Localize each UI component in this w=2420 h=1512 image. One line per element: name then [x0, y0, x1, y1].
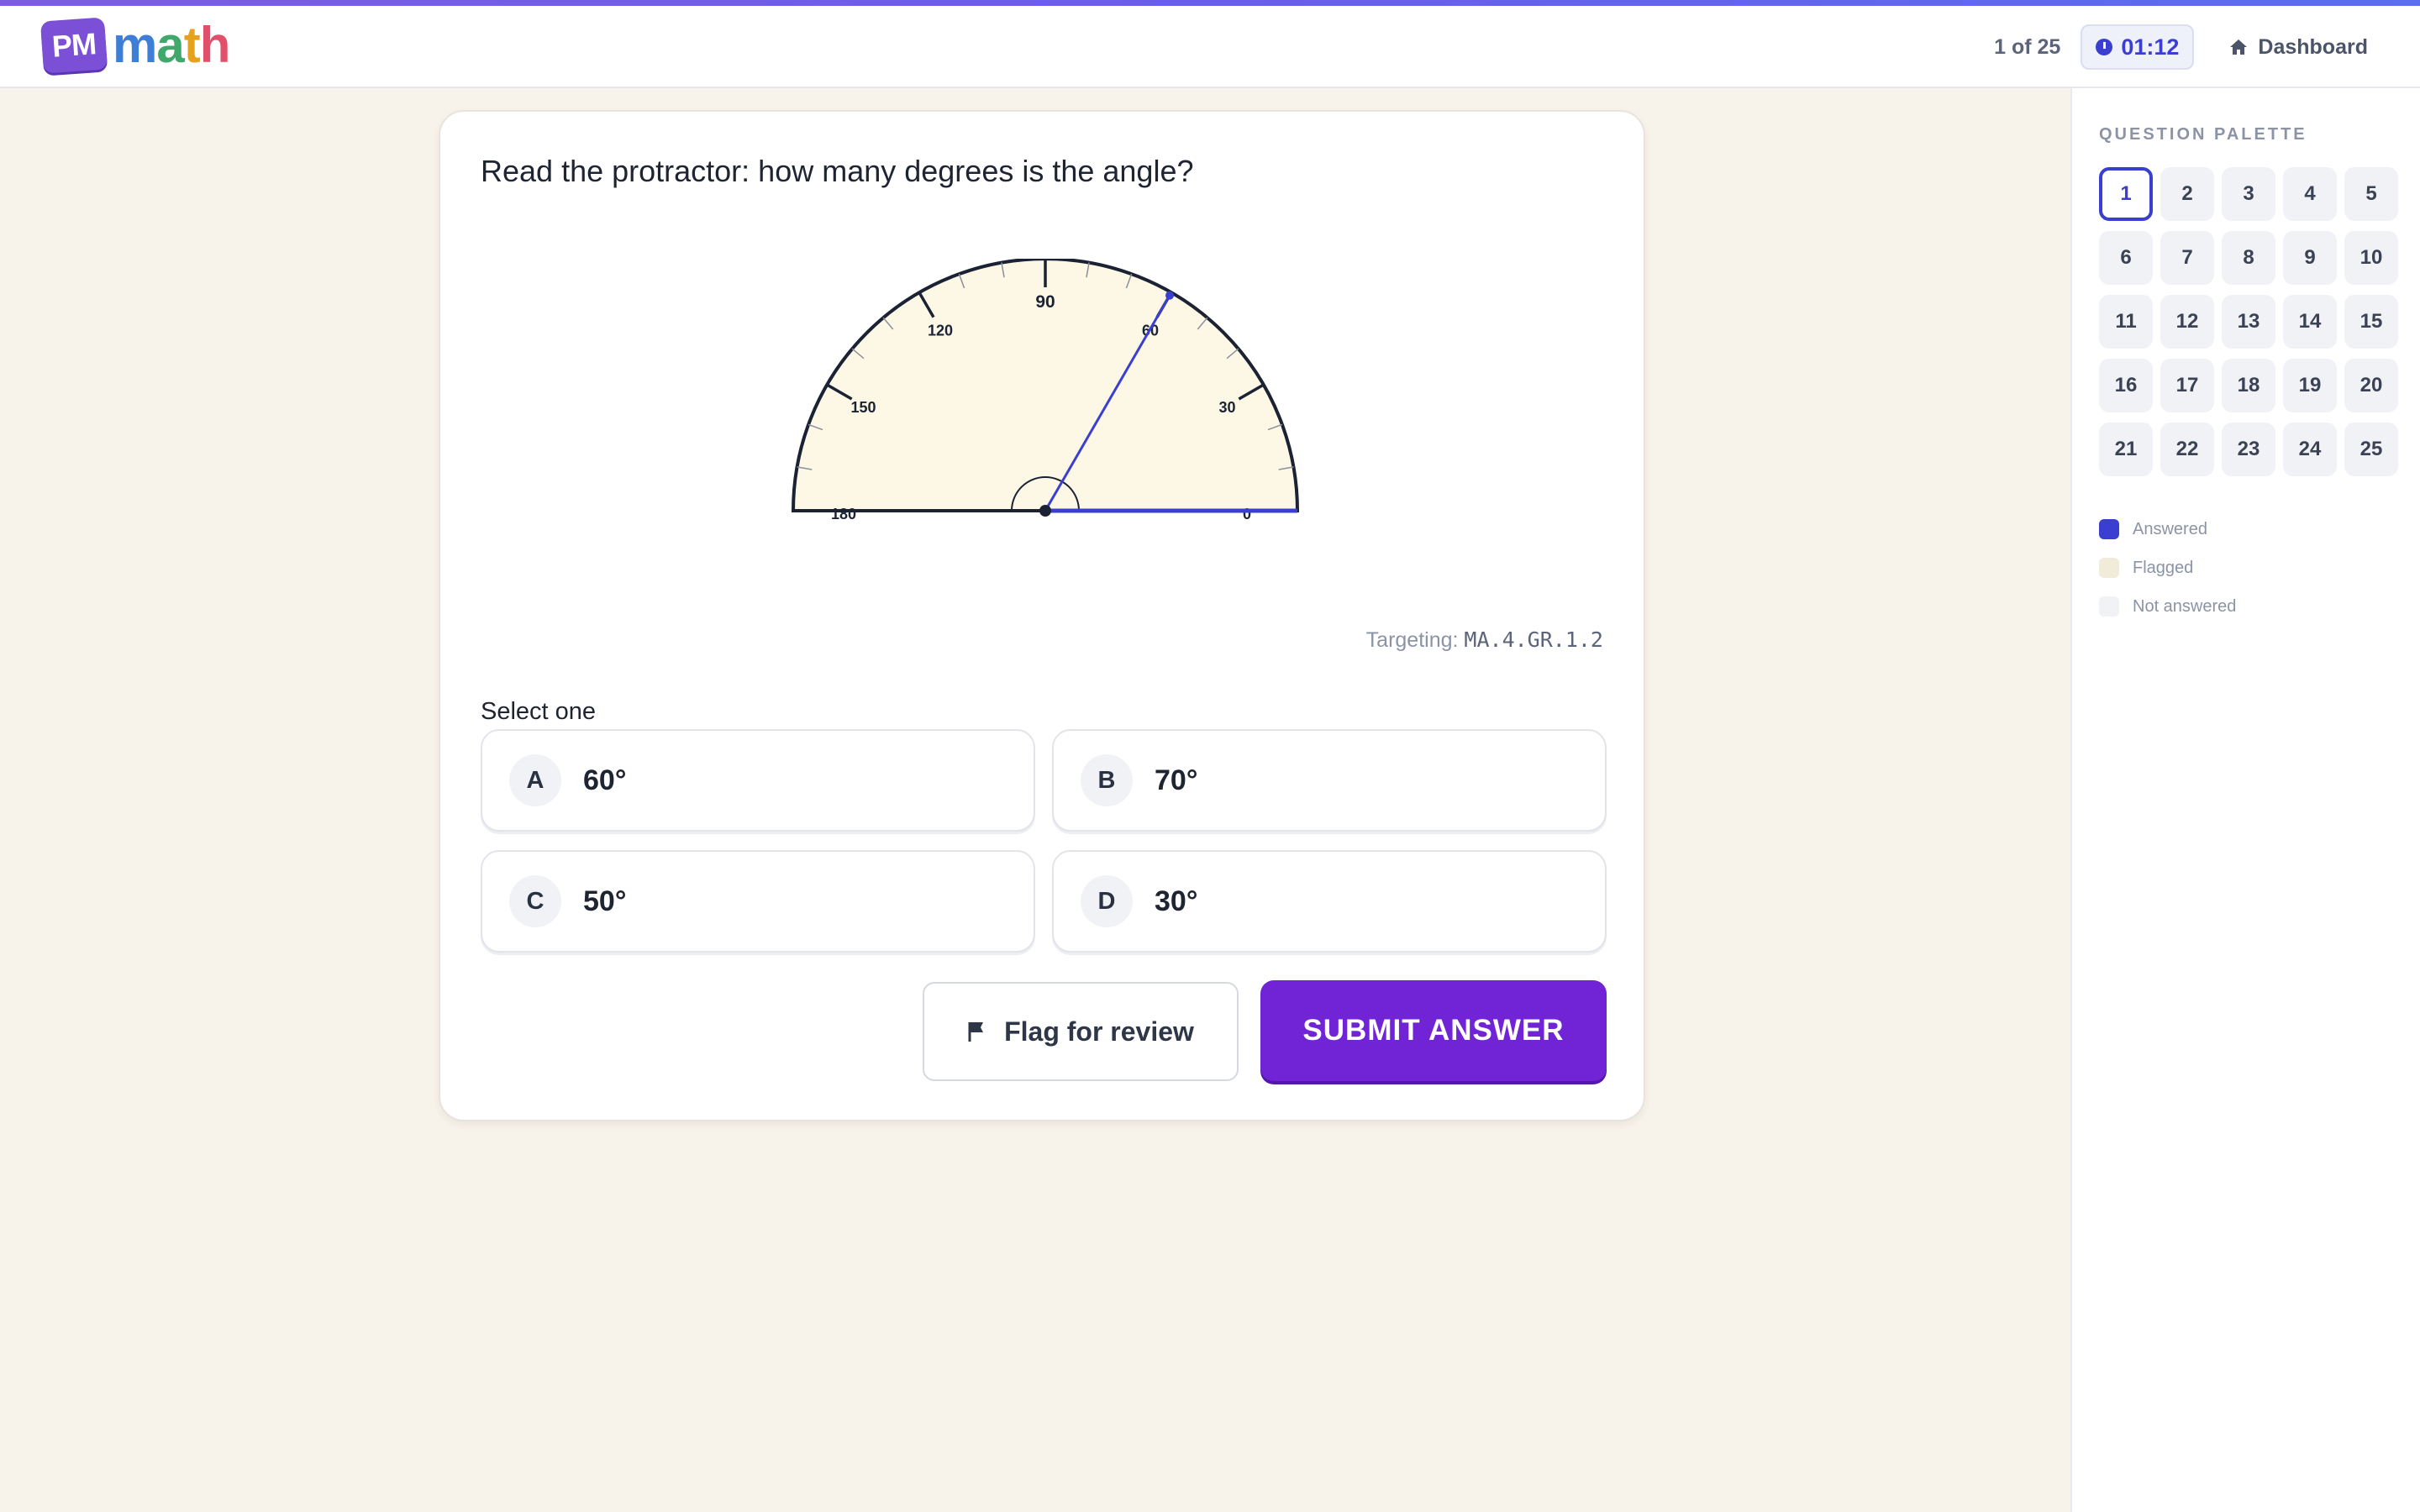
palette-question-23[interactable]: 23	[2222, 423, 2275, 476]
pointer-tip	[1165, 291, 1174, 300]
protractor-figure: 1801501209060300	[791, 259, 1300, 522]
logo[interactable]: PM math	[39, 17, 231, 74]
palette-question-24[interactable]: 24	[2283, 423, 2337, 476]
palette-question-9[interactable]: 9	[2283, 231, 2337, 285]
palette-question-13[interactable]: 13	[2222, 295, 2275, 349]
protractor-label: 150	[850, 399, 876, 416]
flag-icon	[968, 1022, 984, 1042]
palette-question-8[interactable]: 8	[2222, 231, 2275, 285]
choice-letter: C	[509, 875, 561, 927]
flag-for-review-button[interactable]: Flag for review	[923, 982, 1239, 1081]
question-prompt: Read the protractor: how many degrees is…	[481, 154, 1194, 188]
choice-b[interactable]: B 70°	[1052, 729, 1607, 832]
palette-question-18[interactable]: 18	[2222, 359, 2275, 412]
legend-swatch	[2099, 558, 2119, 578]
palette-question-22[interactable]: 22	[2160, 423, 2214, 476]
choice-value: 60°	[583, 764, 627, 796]
clock-icon	[2096, 39, 2113, 55]
palette-question-16[interactable]: 16	[2099, 359, 2153, 412]
home-icon	[2230, 39, 2248, 55]
protractor-label: 30	[1218, 399, 1235, 416]
legend-label: Answered	[2133, 519, 2207, 538]
choice-letter: D	[1081, 875, 1133, 927]
choice-letter: A	[509, 754, 561, 806]
targeting-standard: Targeting: MA.4.GR.1.2	[1366, 627, 1603, 653]
legend-label: Flagged	[2133, 558, 2194, 577]
standard-code: MA.4.GR.1.2	[1464, 627, 1603, 652]
flag-label: Flag for review	[1004, 1016, 1194, 1047]
dashboard-label: Dashboard	[2258, 34, 2368, 59]
top-accent-bar	[0, 0, 2420, 6]
palette-question-4[interactable]: 4	[2283, 167, 2337, 221]
palette-question-11[interactable]: 11	[2099, 295, 2153, 349]
legend-label: Not answered	[2133, 596, 2237, 616]
palette-question-25[interactable]: 25	[2344, 423, 2398, 476]
logo-wordmark: math	[113, 17, 231, 73]
palette-question-12[interactable]: 12	[2160, 295, 2214, 349]
legend-swatch	[2099, 596, 2119, 617]
protractor-label: 90	[1035, 292, 1055, 312]
choice-a[interactable]: A 60°	[481, 729, 1035, 832]
palette-question-21[interactable]: 21	[2099, 423, 2153, 476]
palette-question-2[interactable]: 2	[2160, 167, 2214, 221]
palette-question-5[interactable]: 5	[2344, 167, 2398, 221]
logo-letter: m	[113, 17, 157, 73]
palette-question-14[interactable]: 14	[2283, 295, 2337, 349]
logo-letter: a	[156, 17, 184, 73]
dashboard-link[interactable]: Dashboard	[2229, 35, 2368, 60]
palette-question-1[interactable]: 1	[2099, 167, 2153, 221]
logo-badge: PM	[39, 17, 108, 74]
legend-item: Answered	[2099, 510, 2236, 549]
choice-value: 50°	[583, 885, 627, 917]
question-palette-panel: QUESTION PALETTE 1 2 3 4 5 6 7 8 9 10 11 12 13 14 15 16…	[2070, 88, 2420, 1512]
palette-question-17[interactable]: 17	[2160, 359, 2214, 412]
protractor-label: 0	[1243, 506, 1251, 522]
header-right: 1 of 25 01:12 Dashboard	[1994, 24, 2368, 70]
palette-question-15[interactable]: 15	[2344, 295, 2398, 349]
legend-item: Flagged	[2099, 549, 2236, 587]
protractor-label: 120	[928, 322, 953, 339]
legend-item: Not answered	[2099, 587, 2236, 626]
targeting-label: Targeting:	[1365, 628, 1459, 652]
palette-title: QUESTION PALETTE	[2099, 125, 2307, 144]
palette-grid: 1 2 3 4 5 6 7 8 9 10 11 12 13 14 15 16 17 18 19 20 21 22 23 24 2…	[2099, 167, 2398, 476]
timer-value: 01:12	[2121, 34, 2180, 60]
submit-answer-button[interactable]: SUBMIT ANSWER	[1260, 980, 1607, 1081]
palette-question-6[interactable]: 6	[2099, 231, 2153, 285]
choice-d[interactable]: D 30°	[1052, 850, 1607, 953]
palette-legend: Answered Flagged Not answered	[2099, 510, 2236, 626]
choice-c[interactable]: C 50°	[481, 850, 1035, 953]
legend-swatch	[2099, 519, 2119, 539]
question-card: Read the protractor: how many degrees is…	[439, 110, 1645, 1121]
question-progress: 1 of 25	[1994, 34, 2061, 59]
timer: 01:12	[2081, 24, 2195, 70]
palette-question-7[interactable]: 7	[2160, 231, 2214, 285]
protractor-label: 180	[831, 506, 856, 522]
choice-letter: B	[1081, 754, 1133, 806]
protractor-center	[1039, 505, 1051, 517]
palette-question-19[interactable]: 19	[2283, 359, 2337, 412]
choice-value: 70°	[1155, 764, 1198, 796]
palette-question-3[interactable]: 3	[2222, 167, 2275, 221]
app-header: PM math 1 of 25 01:12 Dashboard	[0, 6, 2420, 88]
choice-value: 30°	[1155, 885, 1198, 917]
palette-question-10[interactable]: 10	[2344, 231, 2398, 285]
logo-letter: h	[199, 17, 231, 73]
palette-question-20[interactable]: 20	[2344, 359, 2398, 412]
logo-letter: t	[183, 17, 201, 73]
select-one-label: Select one	[481, 698, 597, 725]
